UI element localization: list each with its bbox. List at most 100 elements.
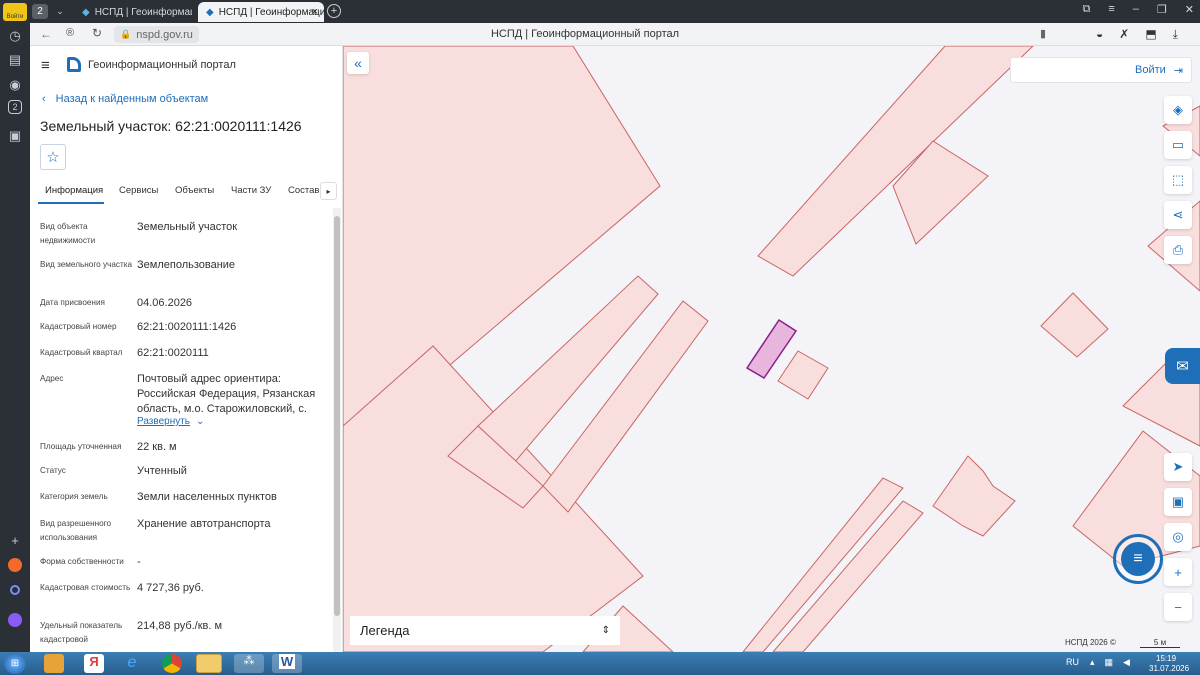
legend-panel[interactable]: Легенда ⇕ xyxy=(350,616,620,645)
download-icon[interactable]: ⤓ xyxy=(1173,27,1178,42)
select-area-icon: ⬚ xyxy=(1171,172,1185,187)
media-icon[interactable]: ◉ xyxy=(5,75,25,95)
chat-icon: ≡ xyxy=(1121,542,1155,576)
select-area-button[interactable]: ⬚ xyxy=(1164,166,1192,194)
clock-date[interactable]: 31.07.2026 xyxy=(1149,664,1189,673)
chat-bot-button[interactable]: ≡ xyxy=(1113,534,1163,584)
copyright: НСПД 2026 © xyxy=(1065,638,1116,647)
tab-nspd-1[interactable]: ◆ НСПД | Геоинформаци xyxy=(74,2,192,22)
extension-icon-3[interactable]: ⬒ xyxy=(1145,27,1156,42)
expand-collapse-icon: ⇕ xyxy=(601,625,610,636)
tray-arrow-icon[interactable]: ▴ xyxy=(1090,657,1095,668)
tab-information[interactable]: Информация xyxy=(45,185,103,196)
restore-icon[interactable]: ❐ xyxy=(1157,3,1167,16)
sidebar-badge-icon[interactable]: 2 xyxy=(8,100,22,114)
zoom-out-button[interactable]: − xyxy=(1164,593,1192,621)
tab-composition[interactable]: Состав xyxy=(288,185,319,196)
bookmarks-icon[interactable]: ▤ xyxy=(5,50,25,70)
toolbar-icons: ◒ ✗ ⬒ ⤓ xyxy=(1096,27,1178,42)
yandex-icon[interactable]: Я xyxy=(84,654,104,673)
ruler-button[interactable]: ▭ xyxy=(1164,131,1192,159)
favorite-button[interactable]: ☆ xyxy=(40,144,66,170)
browser-app-icon[interactable]: ⁂ xyxy=(234,654,264,673)
word-icon[interactable]: W xyxy=(272,654,302,673)
tab-counter[interactable]: 2 xyxy=(32,4,48,19)
hamburger-menu-icon[interactable]: ≡ xyxy=(41,57,50,74)
login-button[interactable]: Войти ⇥ xyxy=(1010,57,1192,83)
tabs-row: Информация Сервисы Объекты Части ЗУ Сост… xyxy=(38,182,342,206)
close-tab-icon[interactable]: × xyxy=(312,6,318,18)
support-icon: ✉ xyxy=(1176,358,1189,375)
map-canvas[interactable]: « Войти ⇥ Легенда ⇕ НСПД 2026 © 5 м xyxy=(343,46,1200,652)
assistant-icon[interactable] xyxy=(5,610,25,630)
chevron-down-icon: ⌄ xyxy=(196,416,205,427)
login-icon: ⇥ xyxy=(1173,64,1183,77)
clock-time[interactable]: 15:19 xyxy=(1156,654,1176,663)
layers-icon: ◈ xyxy=(1173,102,1183,117)
print-icon: ⎙ xyxy=(1172,242,1184,257)
ruler-icon: ▭ xyxy=(1171,137,1185,152)
history-icon[interactable]: ◷ xyxy=(5,26,25,46)
extension-icon-2[interactable]: ✗ xyxy=(1119,27,1129,42)
bookmark-icon[interactable]: ▮ xyxy=(1040,27,1046,40)
windows-taskbar: ⊞ Я e ⁂ W RU ▴ ▦ ◀ 15:19 31.07.2026 xyxy=(0,652,1200,675)
media-player-icon[interactable] xyxy=(44,654,64,673)
star-icon: ☆ xyxy=(46,149,60,166)
ie-icon[interactable]: e xyxy=(122,654,142,673)
tab-nspd-2[interactable]: ◆ НСПД | Геоинформацио × xyxy=(198,2,324,22)
collapse-panel-button[interactable]: « xyxy=(347,52,369,74)
parcels-layer xyxy=(343,46,1200,652)
minimap-button[interactable]: ▣ xyxy=(1164,488,1192,516)
tabs-scroll-right-button[interactable]: ▸ xyxy=(320,182,337,200)
app-title: Геоинформационный портал xyxy=(88,59,236,71)
network-icon[interactable]: ▦ xyxy=(1105,657,1114,668)
login-badge[interactable]: Войти xyxy=(3,3,27,21)
globe-icon: ◆ xyxy=(82,6,90,18)
explorer-icon[interactable] xyxy=(196,654,222,673)
globe-icon: ◆ xyxy=(206,6,214,18)
parcel xyxy=(757,46,1034,277)
tab-parts[interactable]: Части ЗУ xyxy=(231,185,271,196)
geolocation-button[interactable]: ➤ xyxy=(1164,453,1192,481)
tab-objects[interactable]: Объекты xyxy=(175,185,214,196)
portal-logo-icon xyxy=(67,57,81,72)
info-panel: ≡ Геоинформационный портал ‹ Назад к найд… xyxy=(30,46,343,652)
address-bar: ← ® ↻ 🔒 nspd.gov.ru НСПД | Геоинформацион… xyxy=(30,23,1200,46)
menu-icon[interactable]: ≡ xyxy=(1108,3,1114,16)
search-location-button[interactable]: ◎ xyxy=(1164,523,1192,551)
add-icon[interactable]: + xyxy=(5,530,25,550)
downloads-icon[interactable]: ▣ xyxy=(5,126,25,146)
lang-indicator[interactable]: RU xyxy=(1066,657,1079,667)
object-title: Земельный участок: 62:21:0020111:1426 xyxy=(40,118,302,134)
minimize-icon[interactable]: – xyxy=(1133,3,1139,16)
start-button[interactable]: ⊞ xyxy=(4,653,26,674)
print-button[interactable]: ⎙ xyxy=(1164,236,1192,264)
window-controls: ⧉ ≡ – ❐ ✕ xyxy=(1083,3,1195,16)
layers-button[interactable]: ◈ xyxy=(1164,96,1192,124)
scrollbar[interactable] xyxy=(333,208,341,652)
double-chevron-left-icon: « xyxy=(354,55,362,71)
share-button[interactable]: ⋖ xyxy=(1164,201,1192,229)
zoom-in-button[interactable]: + xyxy=(1164,558,1192,586)
close-window-icon[interactable]: ✕ xyxy=(1185,3,1194,16)
tab-bar: 2 ⌄ ◆ НСПД | Геоинформаци ◆ НСПД | Геоинфо… xyxy=(30,0,1200,23)
app-icon-orange[interactable] xyxy=(5,555,25,575)
tab-services[interactable]: Сервисы xyxy=(119,185,158,196)
collections-icon[interactable]: ⧉ xyxy=(1083,3,1091,16)
back-link[interactable]: ‹ Назад к найденным объектам xyxy=(42,93,208,105)
new-tab-button[interactable]: + xyxy=(327,4,341,18)
scrollbar-thumb[interactable] xyxy=(334,216,340,616)
chat-support-button[interactable]: ✉ xyxy=(1165,348,1200,384)
minus-icon: − xyxy=(1174,599,1182,615)
tabs-dropdown-icon[interactable]: ⌄ xyxy=(52,4,68,19)
browser-sidebar: Войти ◷ ▤ ◉ 2 ▣ + xyxy=(0,0,30,652)
tab-active-underline xyxy=(38,202,104,204)
alice-icon[interactable] xyxy=(5,580,25,600)
chrome-icon[interactable] xyxy=(162,654,182,673)
parcel xyxy=(1040,292,1109,358)
expand-link[interactable]: Развернуть ⌄ xyxy=(137,416,204,427)
chevron-left-icon: ‹ xyxy=(42,93,46,105)
extension-icon[interactable]: ◒ xyxy=(1096,27,1103,42)
tray-icons: ▴ ▦ ◀ xyxy=(1090,657,1130,668)
volume-icon[interactable]: ◀ xyxy=(1123,657,1130,668)
